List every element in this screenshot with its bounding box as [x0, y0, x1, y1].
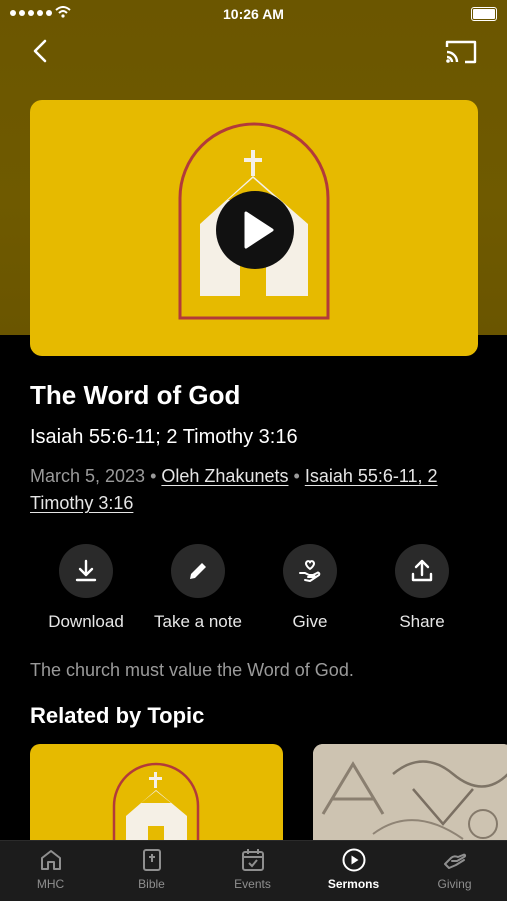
church-icon — [112, 762, 200, 854]
sermon-description: The church must value the Word of God. — [30, 660, 354, 680]
status-time: 10:26 AM — [223, 6, 284, 22]
related-card[interactable] — [30, 744, 283, 854]
play-button[interactable] — [216, 191, 294, 269]
related-card[interactable] — [313, 744, 507, 854]
home-icon — [40, 850, 61, 870]
meta-separator: • — [150, 466, 162, 486]
take-note-label: Take a note — [154, 612, 242, 631]
sermon-artwork[interactable] — [30, 100, 478, 356]
bible-icon — [142, 849, 161, 871]
give-button[interactable]: Give — [254, 544, 366, 632]
give-hand-heart-icon — [299, 560, 321, 582]
sermon-meta: March 5, 2023 • Oleh Zhakunets • Isaiah … — [30, 463, 480, 517]
sermon-scripture: Isaiah 55:6-11; 2 Timothy 3:16 — [30, 426, 298, 448]
download-circle — [59, 544, 113, 598]
play-icon — [244, 211, 274, 249]
calendar-icon — [241, 849, 264, 871]
related-heading: Related by Topic — [30, 703, 205, 728]
sketch-artwork — [313, 744, 507, 854]
tab-label: Bible — [138, 877, 165, 891]
share-label: Share — [399, 612, 445, 631]
tab-mhc[interactable]: MHC — [0, 847, 101, 891]
give-circle — [283, 544, 337, 598]
take-note-button[interactable]: Take a note — [142, 544, 254, 632]
tab-label: Sermons — [327, 877, 380, 891]
tab-label: Giving — [437, 877, 472, 891]
share-button[interactable]: Share — [366, 544, 478, 632]
tab-label: MHC — [36, 877, 65, 891]
share-icon — [411, 559, 433, 582]
status-bar: 10:26 AM — [0, 0, 507, 28]
meta-separator: • — [293, 466, 305, 486]
tab-giving[interactable]: Giving — [404, 847, 505, 891]
sermon-date: March 5, 2023 — [30, 466, 146, 486]
speaker-link[interactable]: Oleh Zhakunets — [161, 466, 288, 486]
download-icon — [75, 559, 97, 582]
give-label: Give — [292, 612, 328, 631]
take-note-circle — [171, 544, 225, 598]
cast-icon[interactable] — [445, 38, 477, 66]
tab-sermons[interactable]: Sermons — [303, 847, 404, 891]
pencil-icon — [190, 563, 206, 579]
tab-label: Events — [234, 877, 271, 891]
battery-icon — [471, 7, 497, 21]
download-button[interactable]: Download — [30, 544, 142, 632]
play-circle-icon — [342, 848, 365, 872]
download-label: Download — [48, 612, 124, 631]
tab-events[interactable]: Events — [202, 847, 303, 891]
sermon-title: The Word of God — [30, 380, 241, 410]
tab-bar: MHC Bible Events Sermons Giving — [0, 840, 507, 901]
tab-bible[interactable]: Bible — [101, 847, 202, 891]
action-row: Download Take a note Give Share — [30, 544, 480, 634]
back-arrow-icon[interactable] — [26, 36, 56, 66]
share-circle — [395, 544, 449, 598]
giving-hand-icon — [443, 853, 466, 869]
